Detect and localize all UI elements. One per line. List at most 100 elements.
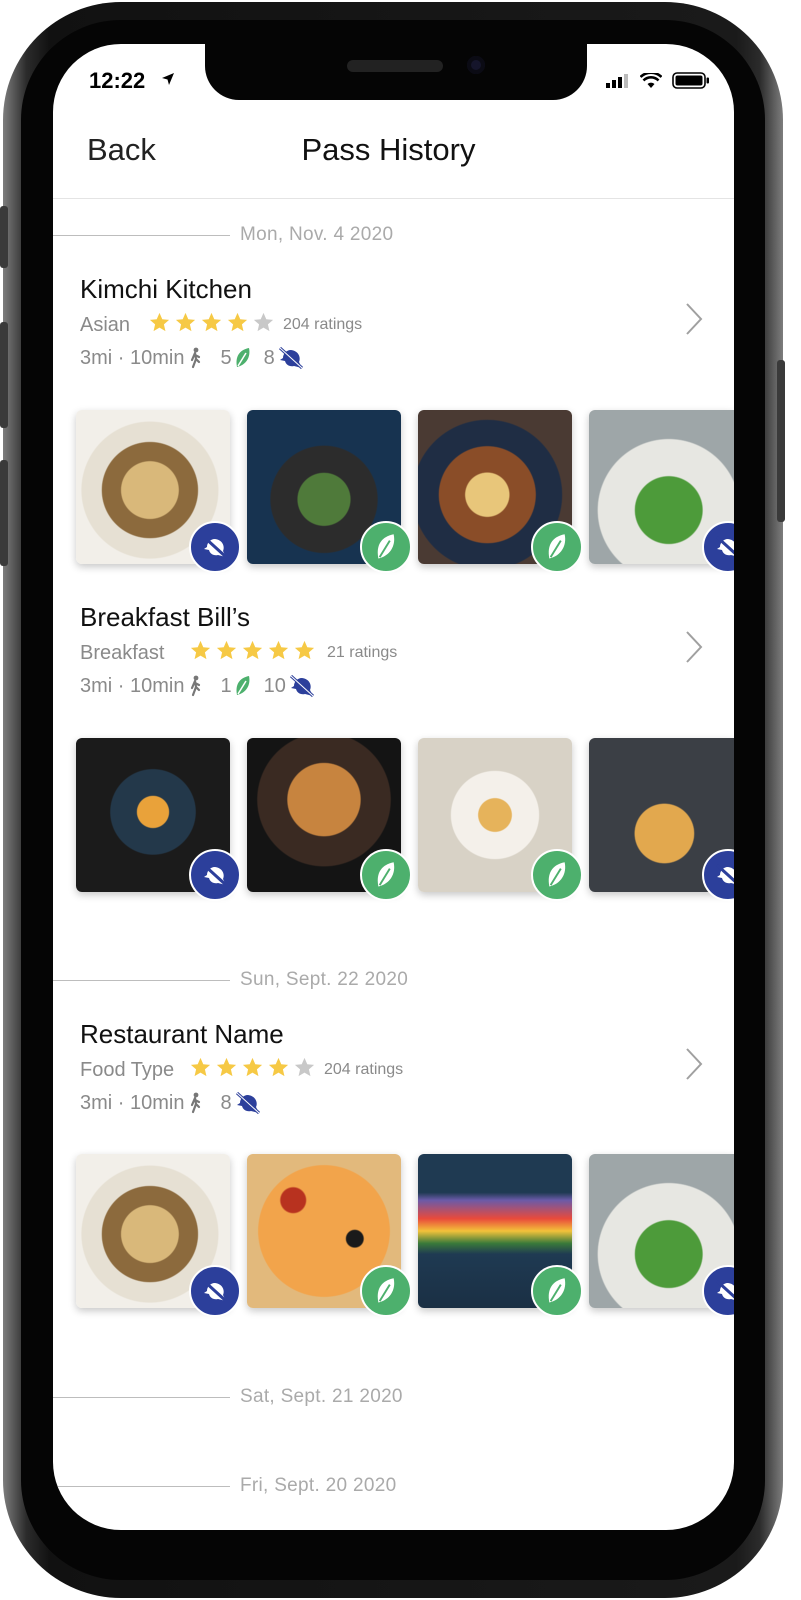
leaf-icon — [377, 534, 395, 559]
walking-icon — [191, 675, 201, 697]
restaurant-name: Breakfast Bill’s — [80, 602, 251, 632]
notch — [205, 44, 587, 100]
star-filled-icon — [175, 312, 196, 332]
leaf-count: 1 — [220, 674, 232, 697]
no-waste-icon — [202, 1279, 228, 1303]
chevron-right-icon[interactable] — [684, 1047, 704, 1081]
page-title: Pass History — [53, 132, 734, 168]
chevron-right-icon[interactable] — [684, 630, 704, 664]
star-filled-icon — [190, 1057, 211, 1077]
star-rating — [189, 1056, 316, 1079]
star-filled-icon — [201, 312, 222, 332]
restaurant-card[interactable]: Breakfast Bill’s Breakfast 21 ratings 3m… — [53, 602, 734, 732]
no-waste-badge — [189, 1265, 241, 1317]
date-label: Mon, Nov. 4 2020 — [240, 224, 394, 245]
leaf-count: 5 — [220, 346, 232, 369]
ratings-count: 204 ratings — [324, 1061, 404, 1078]
leaf-icon — [377, 1278, 395, 1303]
star-filled-icon — [149, 312, 170, 332]
photo-strip — [76, 738, 734, 908]
restaurant-meta: 3mi · 10min 1 10 — [80, 674, 316, 698]
date-divider-line — [53, 980, 230, 981]
star-filled-icon — [294, 640, 315, 660]
star-filled-icon — [216, 1057, 237, 1077]
location-arrow-icon — [162, 73, 174, 85]
no-waste-icon — [715, 863, 734, 884]
leaf-icon — [548, 1278, 566, 1303]
food-type: Breakfast — [80, 642, 165, 664]
date-divider-line — [53, 1486, 230, 1487]
status-time: 12:22 — [89, 68, 146, 93]
date-divider: Sun, Sept. 22 2020 — [53, 969, 734, 993]
leaf-icon — [548, 534, 566, 559]
chevron-right-icon[interactable] — [684, 302, 704, 336]
leaf-badge — [360, 849, 412, 901]
no-waste-icon — [715, 535, 734, 556]
no-waste-icon — [278, 346, 303, 370]
date-divider: Fri, Sept. 20 2020 — [53, 1475, 734, 1499]
volume-down-button — [0, 460, 8, 566]
star-filled-icon — [242, 640, 263, 660]
distance-text: 3mi · 10min — [80, 346, 185, 369]
restaurant-card[interactable]: Kimchi Kitchen Asian 204 ratings 3mi · 1… — [53, 274, 734, 404]
date-label: Sun, Sept. 22 2020 — [240, 969, 409, 990]
nav-header: Back Pass History — [53, 120, 734, 199]
no-waste-icon — [202, 535, 228, 559]
leaf-icon — [377, 862, 395, 887]
signal-icon — [606, 74, 628, 88]
distance-text: 3mi · 10min — [80, 674, 185, 697]
no-waste-count: 8 — [263, 346, 275, 369]
star-filled-icon — [190, 640, 211, 660]
page-title-text: Pass History — [301, 132, 476, 167]
front-camera — [467, 56, 485, 74]
speaker-grille — [347, 60, 443, 72]
no-waste-icon — [235, 1091, 260, 1115]
distance-text: 3mi · 10min — [80, 1091, 185, 1114]
restaurant-card[interactable]: Restaurant Name Food Type 204 ratings 3m… — [53, 1019, 734, 1149]
ratings-count: 21 ratings — [327, 644, 398, 661]
star-rating — [148, 311, 275, 334]
star-rating — [189, 639, 316, 662]
walking-icon — [191, 1092, 201, 1114]
star-filled-icon — [268, 1057, 289, 1077]
leaf-badge — [531, 849, 583, 901]
restaurant-name: Restaurant Name — [80, 1019, 284, 1049]
restaurant-name: Kimchi Kitchen — [80, 274, 252, 304]
no-waste-badge — [189, 521, 241, 573]
date-label: Fri, Sept. 20 2020 — [240, 1475, 397, 1496]
star-filled-icon — [216, 640, 237, 660]
mute-switch — [0, 206, 8, 268]
leaf-icon — [236, 676, 250, 695]
restaurant-meta: 3mi · 10min 5 8 — [80, 346, 305, 370]
no-waste-icon — [202, 863, 228, 887]
leaf-badge — [360, 521, 412, 573]
date-divider-line — [53, 235, 230, 236]
no-waste-icon — [289, 674, 314, 698]
photo-strip — [76, 410, 734, 580]
no-waste-count: 8 — [220, 1091, 232, 1114]
leaf-badge — [360, 1265, 412, 1317]
star-filled-icon — [227, 312, 248, 332]
date-divider: Mon, Nov. 4 2020 — [53, 224, 734, 248]
leaf-icon — [236, 348, 250, 367]
date-divider: Sat, Sept. 21 2020 — [53, 1386, 734, 1410]
leaf-icon — [548, 862, 566, 887]
no-waste-count: 10 — [263, 674, 286, 697]
walking-icon — [191, 347, 201, 369]
date-label: Sat, Sept. 21 2020 — [240, 1386, 403, 1407]
wifi-icon — [640, 72, 662, 88]
food-type: Asian — [80, 314, 131, 336]
star-filled-icon — [268, 640, 289, 660]
status-icons — [606, 72, 710, 89]
restaurant-meta: 3mi · 10min 8 — [80, 1091, 262, 1115]
photo-strip — [76, 1154, 734, 1324]
star-empty-icon — [253, 312, 274, 332]
leaf-badge — [531, 1265, 583, 1317]
star-filled-icon — [242, 1057, 263, 1077]
power-button — [777, 360, 785, 522]
date-divider-line — [53, 1397, 230, 1398]
volume-up-button — [0, 322, 8, 428]
app-screen: 12:22 Back Pass History Mon, Nov. 4 2020 — [53, 44, 734, 1530]
star-empty-icon — [294, 1057, 315, 1077]
leaf-badge — [531, 521, 583, 573]
